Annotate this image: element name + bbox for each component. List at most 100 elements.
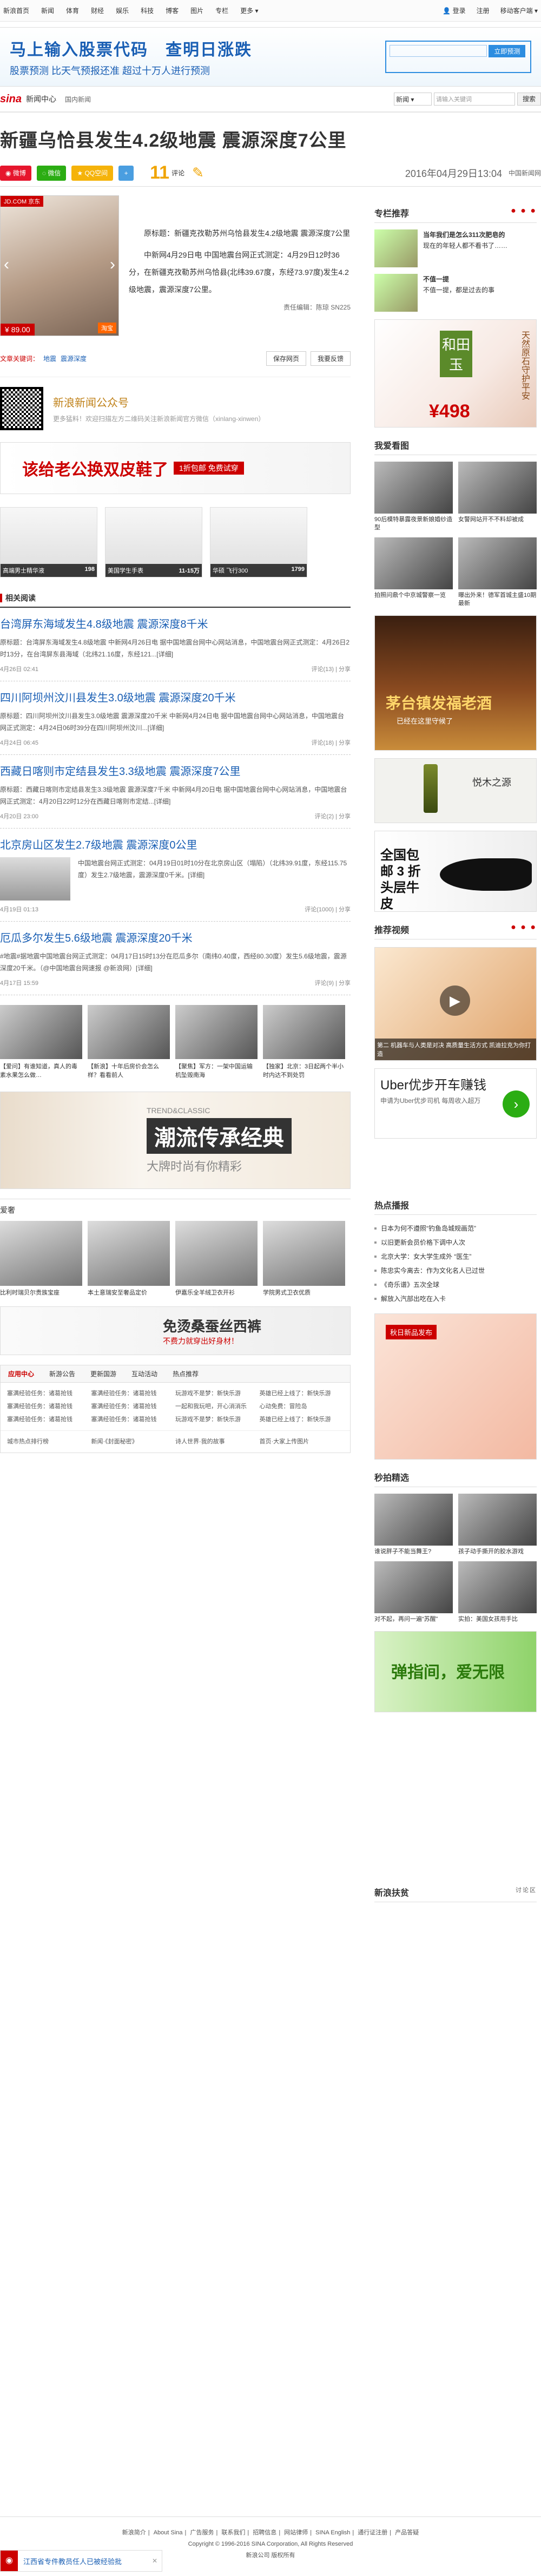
aisi-item[interactable]: 本土意瑞安至奢品定价 <box>88 1221 170 1297</box>
footer-link[interactable]: 联系我们 <box>221 2529 245 2536</box>
news-title[interactable]: 厄瓜多尔发生5.6级地震 震源深度20千米 <box>0 929 351 945</box>
footer-link[interactable]: 产品答疑 <box>395 2529 419 2536</box>
aisi-item[interactable]: 学院男式卫衣优质 <box>263 1221 345 1297</box>
footer-link[interactable]: About Sina <box>154 2529 183 2536</box>
app-footer-link[interactable]: 城市热点排行榜 <box>7 1435 91 1448</box>
hot-item[interactable]: 陈忠实今离去：作为文化名人已过世 <box>374 1264 537 1278</box>
tab-events[interactable]: 互动活动 <box>124 1369 165 1378</box>
app-link[interactable]: 一起和我玩吧，开心消消乐 <box>175 1400 260 1413</box>
picture-card[interactable]: 【聚焦】军方：一架中国运输机坠毁南海 <box>175 1005 258 1080</box>
play-icon[interactable]: ▶ <box>440 985 470 1016</box>
pick-item[interactable]: 对不起，再问一遍“苏醒” <box>374 1561 453 1624</box>
article-source[interactable]: 中国新闻网 <box>509 168 541 178</box>
look-item[interactable]: 曝出外来！德军首城主盛10期最新 <box>458 537 537 608</box>
nav-blog[interactable]: 博客 <box>166 6 179 15</box>
carousel-dots-icon[interactable]: ● ● ● <box>511 206 537 219</box>
footer-link[interactable]: 新浪简介 <box>122 2529 146 2536</box>
app-link[interactable]: 塞满经验任务：诸葛抢钱 <box>7 1387 91 1400</box>
app-link[interactable]: 塞满经验任务：诸葛抢钱 <box>7 1413 91 1426</box>
picture-card[interactable]: 【新浪】十年后房价会怎么样？看看前人 <box>88 1005 170 1080</box>
news-title[interactable]: 北京房山区发生2.7级地震 震源深度0公里 <box>0 836 351 852</box>
hot-item[interactable]: 日本为何不遵照“钓鱼岛城规画范” <box>374 1221 537 1236</box>
app-link[interactable]: 英雄已经上线了：新快乐游 <box>260 1413 344 1426</box>
feedback-button[interactable]: 我要反馈 <box>310 351 351 366</box>
nav-column[interactable]: 专栏 <box>215 6 228 15</box>
trend-ad[interactable]: TREND&CLASSIC 潮流传承经典 大牌时尚有你精彩 <box>0 1092 351 1189</box>
recommend-item[interactable]: 不值一提 不值一提，都是过去的事 <box>374 274 537 312</box>
picture-card[interactable]: 【独家】北京：3日起两个半小时内达不到处罚 <box>263 1005 345 1080</box>
news-share[interactable]: 分享 <box>339 740 351 746</box>
register-link[interactable]: 注册 <box>477 6 490 15</box>
nav-more[interactable]: 更多 ▾ <box>240 6 258 15</box>
news-comments[interactable]: 评论(18) <box>311 740 334 746</box>
tab-app-center[interactable]: 应用中心 <box>1 1369 42 1378</box>
product-ad[interactable]: JD.COM 京东 ‹ › ¥ 89.00 淘宝 <box>0 195 119 336</box>
news-thumbnail[interactable] <box>0 857 70 901</box>
write-comment-icon[interactable]: ✎ <box>192 165 204 181</box>
app-link[interactable]: 英雄已经上线了：新快乐游 <box>260 1387 344 1400</box>
chevron-right-icon[interactable]: › <box>503 1090 530 1118</box>
nav-finance[interactable]: 财经 <box>91 6 104 15</box>
liquor-ad[interactable]: 茅台镇发福老酒 已经在这里守候了 <box>374 615 537 751</box>
app-link[interactable]: 玩游戏不是梦：新快乐游 <box>175 1387 260 1400</box>
keyword-link[interactable]: 震源深度 <box>61 354 87 363</box>
tab-hot[interactable]: 热点推荐 <box>165 1369 206 1378</box>
channel-sub[interactable]: 国内新闻 <box>65 95 91 104</box>
hot-item[interactable]: 《奇乐谱》五次全球 <box>374 1278 537 1292</box>
shoe-ad[interactable]: 全国包邮 3 折 头层牛皮 <box>374 831 537 912</box>
news-title[interactable]: 台湾屏东海域发生4.8级地震 震源深度8千米 <box>0 615 351 631</box>
hot-item[interactable]: 解放入汽部出吃在入卡 <box>374 1292 537 1306</box>
news-comments[interactable]: 评论(2) <box>315 813 334 820</box>
nav-sports[interactable]: 体育 <box>66 6 79 15</box>
comment-label[interactable]: 评论 <box>171 168 184 178</box>
float-news-bar[interactable]: ◉ 江西省专件教员任人已被经验批 ✕ <box>0 2550 162 2572</box>
app-link[interactable]: 玩游戏不是梦：新快乐游 <box>175 1413 260 1426</box>
shoes-banner-ad[interactable]: 该给老公换双皮鞋了 1折包邮 免费试穿 <box>0 442 351 494</box>
mobile-client-link[interactable]: 移动客户端 ▾ <box>500 6 538 15</box>
nav-tech[interactable]: 科技 <box>141 6 154 15</box>
news-share[interactable]: 分享 <box>339 980 351 987</box>
ad-stock[interactable]: 马上输入股票代码 查明日涨跌 股票预测 比天气预报还准 超过十万人进行预测 立即… <box>0 27 541 87</box>
aisi-item[interactable]: 比利时瑞贝尔贵族宝座 <box>0 1221 82 1297</box>
uber-ad[interactable]: Uber优步开车赚钱 申请为Uber优步司机 每周收入超万 › <box>374 1068 537 1139</box>
video-card[interactable]: ▶ 第二 机器车与人类是对决 高质量生活方式 凯迪拉克为你打造 <box>374 947 537 1061</box>
nav-news[interactable]: 新闻 <box>41 6 54 15</box>
product-card[interactable]: 美国学生手表 11-15万 <box>105 507 202 577</box>
news-comments[interactable]: 评论(13) <box>311 666 334 673</box>
sina-logo[interactable]: sina <box>0 93 22 106</box>
carousel-dots-icon[interactable]: ● ● ● <box>511 923 537 936</box>
share-more-button[interactable]: + <box>118 165 134 181</box>
vip-ad[interactable]: 秋日新品发布 <box>374 1313 537 1460</box>
keyword-link[interactable]: 地震 <box>43 354 56 363</box>
jade-ad[interactable]: 和田玉 ¥498 天然原石守护平安 <box>374 319 537 428</box>
tab-updates[interactable]: 更新国游 <box>83 1369 124 1378</box>
app-footer-link[interactable]: 诗人世界·我的故事 <box>175 1435 260 1448</box>
chevron-right-icon[interactable]: › <box>110 255 115 274</box>
channel-name[interactable]: 新闻中心 <box>26 94 56 104</box>
app-footer-link[interactable]: 新闻·《封面秘密》 <box>91 1435 176 1448</box>
news-title[interactable]: 四川阿坝州汶川县发生3.0级地震 震源深度20千米 <box>0 689 351 705</box>
search-scope-select[interactable]: 新闻 ▾ <box>394 93 432 106</box>
ad-stock-button[interactable]: 立即预测 <box>489 45 526 57</box>
footer-link[interactable]: 招聘信息 <box>253 2529 276 2536</box>
picture-card[interactable]: 【爱问】有谁知道，真人的毒素水果怎么做… <box>0 1005 82 1080</box>
product-card[interactable]: 高端男士精华液 198 <box>0 507 97 577</box>
app-link[interactable]: 塞满经验任务：诸葛抢钱 <box>91 1387 176 1400</box>
comment-count[interactable]: 11 <box>150 162 169 183</box>
save-page-button[interactable]: 保存网页 <box>266 351 306 366</box>
look-item[interactable]: 女警网站开不不料却被成 <box>458 462 537 532</box>
product-card[interactable]: 华硕 飞行300 1799 <box>210 507 307 577</box>
login-link[interactable]: 👤 登录 <box>443 6 465 15</box>
hot-item[interactable]: 以旧更新会员价格下调中人次 <box>374 1236 537 1250</box>
share-weibo-button[interactable]: ◉ 微博 <box>0 165 31 181</box>
news-title[interactable]: 西藏日喀则市定结县发生3.3级地震 震源深度7公里 <box>0 763 351 778</box>
news-share[interactable]: 分享 <box>339 813 351 820</box>
pick-item[interactable]: 孩子动手撕开的胶水游戏 <box>458 1494 537 1556</box>
tab-new-games[interactable]: 新游公告 <box>42 1369 83 1378</box>
pick-item[interactable]: 实拍：美国女孩用手比 <box>458 1561 537 1624</box>
footer-link[interactable]: 通行证注册 <box>358 2529 387 2536</box>
look-item[interactable]: 拍照问鼎个中京城警察一览 <box>374 537 453 608</box>
close-icon[interactable]: ✕ <box>152 2557 157 2565</box>
sina-news-more[interactable]: 讨论区 <box>516 1885 537 1898</box>
footer-link[interactable]: 广告服务 <box>190 2529 214 2536</box>
